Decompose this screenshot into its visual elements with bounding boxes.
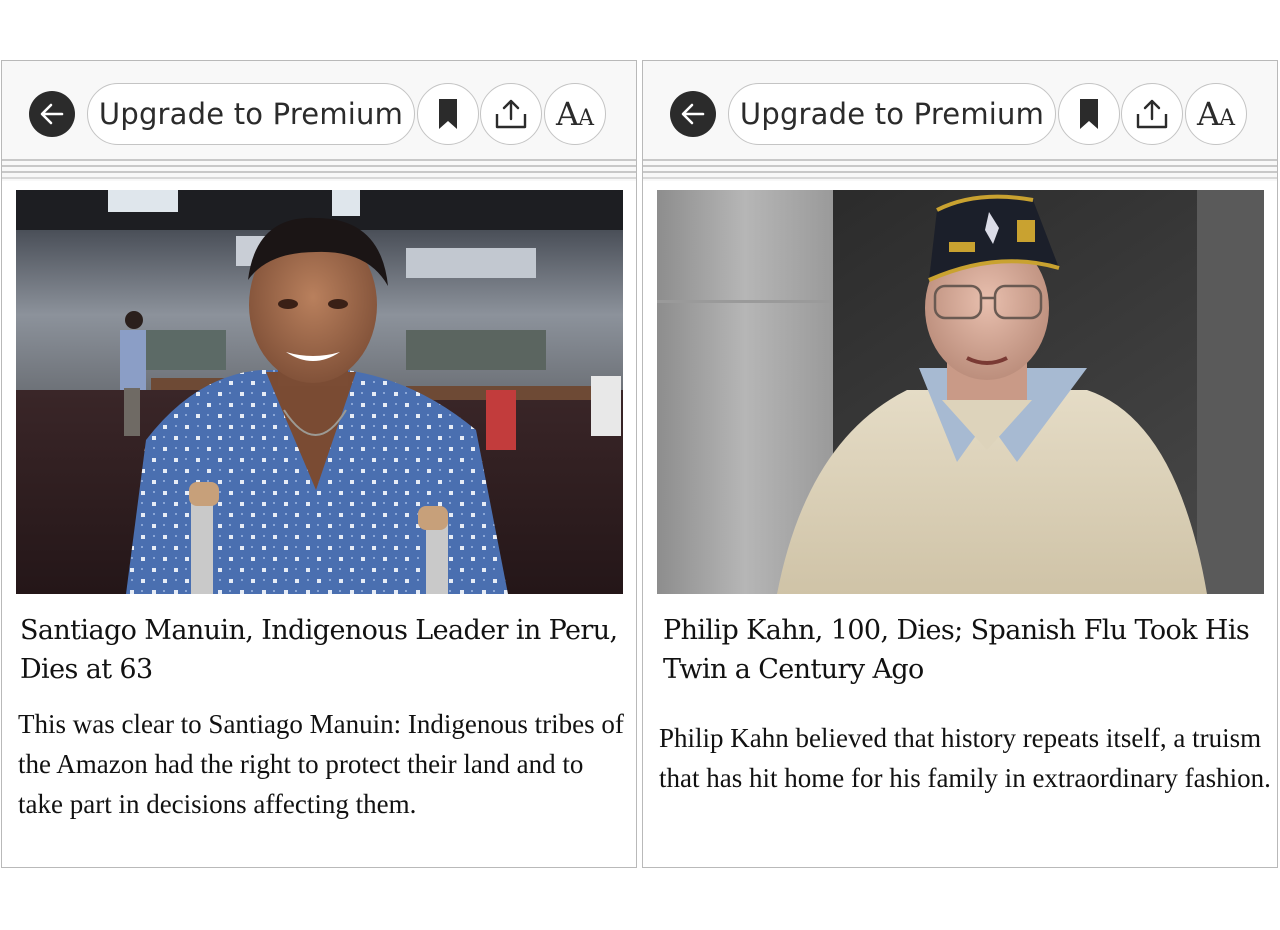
article-headline[interactable]: Philip Kahn, 100, Dies; Spanish Flu Took… [663,611,1273,689]
share-icon [1136,99,1168,129]
toolbar-divider [2,159,636,181]
bookmark-button[interactable] [1058,83,1120,145]
article-photo[interactable] [16,190,623,594]
arrow-left-icon [681,103,705,125]
share-icon [495,99,527,129]
font-size-letter-small: A [1219,106,1235,131]
photo-elderly-veteran [657,190,1264,594]
font-size-button[interactable]: AA [1185,83,1247,145]
article-summary: This was clear to Santiago Manuin: Indig… [18,709,624,819]
article-photo[interactable] [657,190,1264,594]
font-size-letter-big: A [556,95,580,133]
article-headline[interactable]: Santiago Manuin, Indigenous Leader in Pe… [20,611,630,689]
arrow-left-icon [40,103,64,125]
back-button[interactable] [670,91,716,137]
back-button[interactable] [29,91,75,137]
article-card-left: Upgrade to Premium AA Santiago Manuin, I… [1,60,637,868]
font-size-button[interactable]: AA [544,83,606,145]
share-button[interactable] [1121,83,1183,145]
bookmark-icon [1080,99,1098,129]
article-card-right: Upgrade to Premium AA Philip Kahn, 100, … [642,60,1278,868]
photo-man-with-crutches [16,190,623,594]
reader-toolbar: Upgrade to Premium AA [2,61,636,159]
bookmark-icon [439,99,457,129]
article-summary: Philip Kahn believed that history repeat… [659,723,1271,793]
bookmark-button[interactable] [417,83,479,145]
reader-toolbar: Upgrade to Premium AA [643,61,1277,159]
font-size-letter-big: A [1197,95,1221,133]
font-size-icon: AA [556,98,594,130]
upgrade-premium-button[interactable]: Upgrade to Premium [728,83,1056,145]
upgrade-premium-button[interactable]: Upgrade to Premium [87,83,415,145]
font-size-icon: AA [1197,98,1235,130]
font-size-letter-small: A [578,106,594,131]
share-button[interactable] [480,83,542,145]
toolbar-divider [643,159,1277,181]
